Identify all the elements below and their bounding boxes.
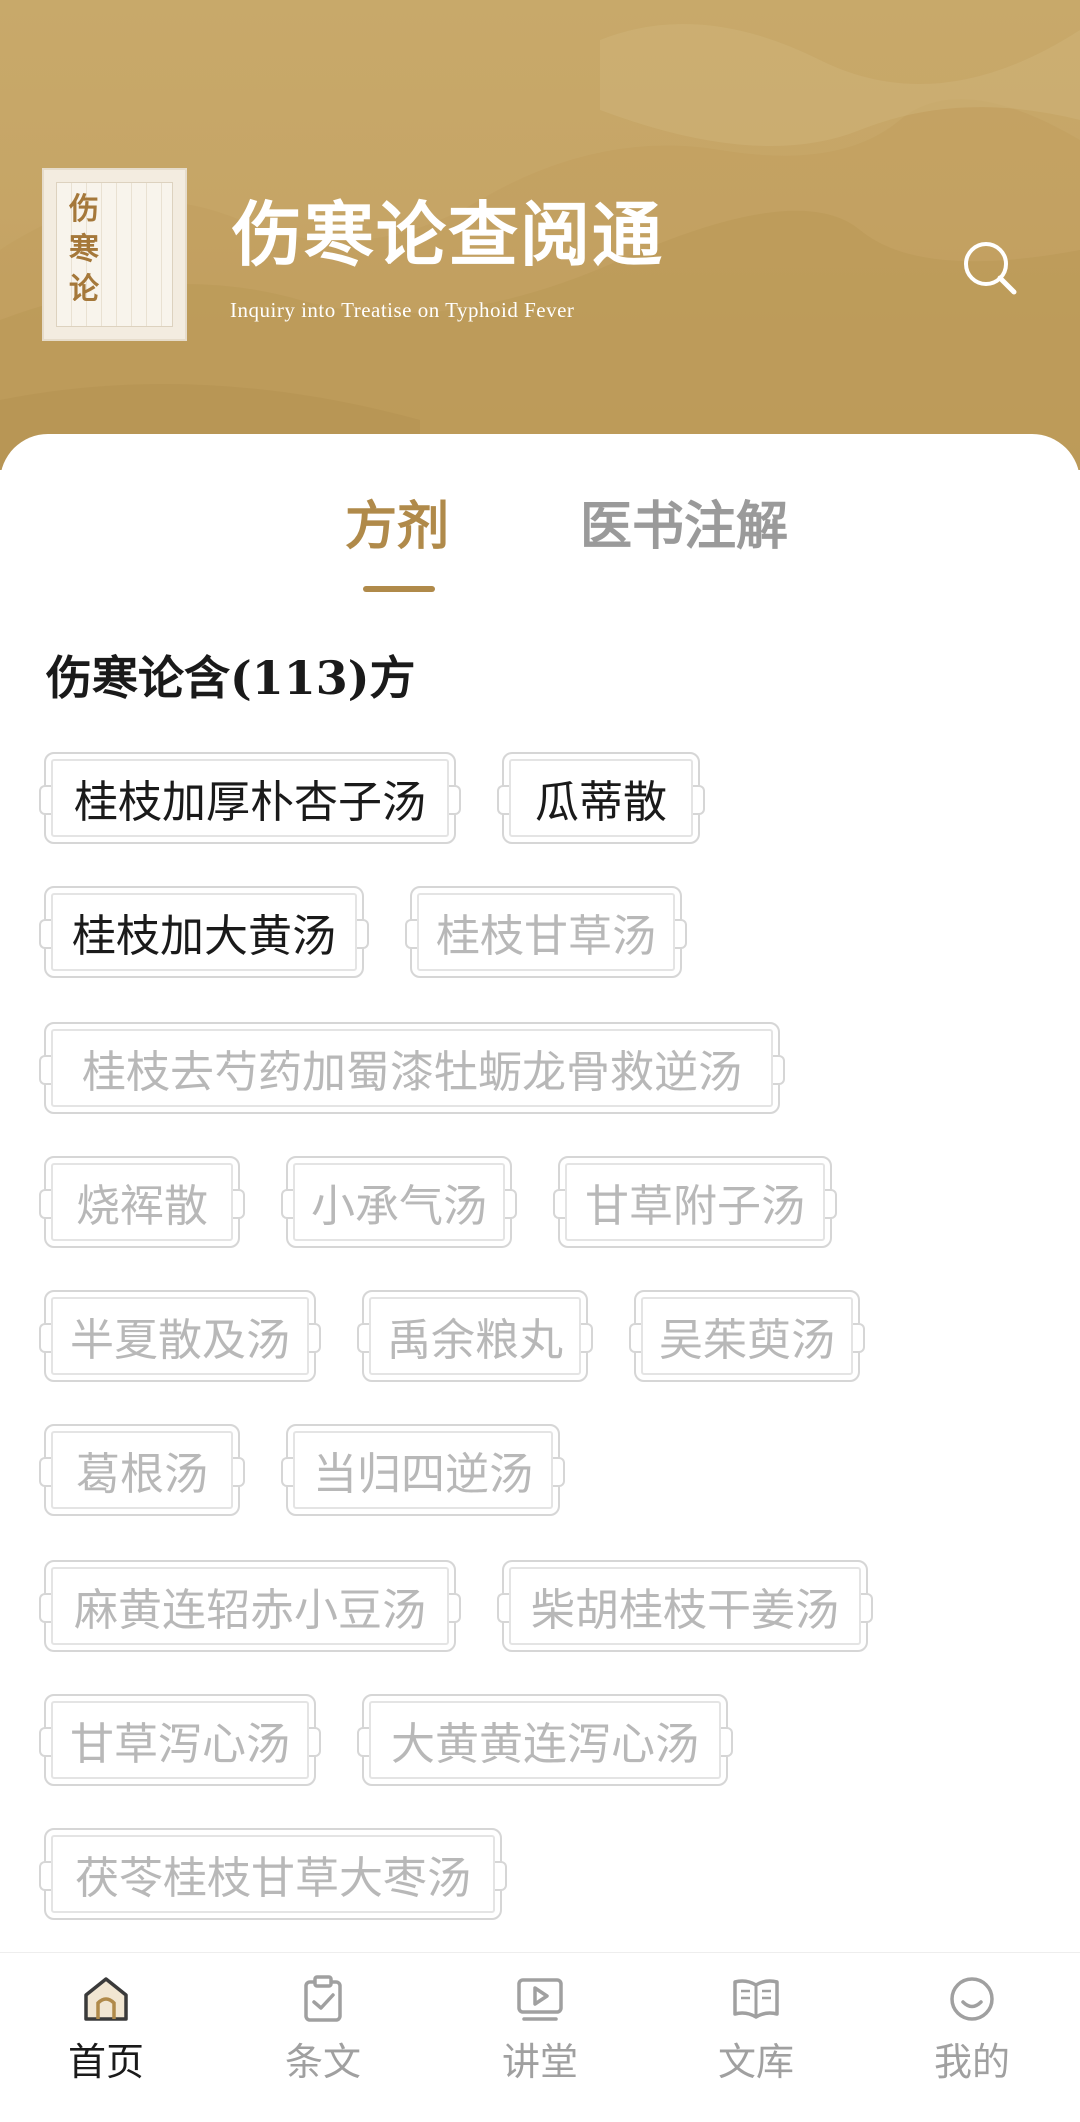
app-logo: 伤 寒 论	[42, 168, 187, 341]
logo-glyphs: 伤 寒 论	[66, 190, 102, 310]
app-header: 伤 寒 论 伤寒论查阅通 Inquiry into Treatise on Ty…	[0, 0, 1080, 470]
home-icon	[84, 1977, 128, 2021]
open-book-icon	[733, 1979, 779, 2019]
formula-chip[interactable]: 桂枝加大黄汤	[39, 886, 369, 978]
logo-glyph: 论	[69, 272, 99, 307]
formula-chip[interactable]: 葛根汤	[39, 1424, 245, 1516]
search-icon	[964, 242, 1017, 295]
nav-label: 我的	[933, 2040, 1010, 2084]
logo-glyph: 寒	[69, 232, 99, 267]
formula-chip[interactable]: 桂枝去芍药加蜀漆牡蛎龙骨救逆汤	[39, 1022, 785, 1114]
logo-glyph: 伤	[69, 192, 99, 227]
formula-chip[interactable]: 桂枝加厚朴杏子汤	[39, 752, 461, 844]
nav-label: 首页	[67, 2040, 144, 2084]
formula-chip[interactable]: 麻黄连轺赤小豆汤	[39, 1560, 461, 1652]
formula-chip[interactable]: 小承气汤	[281, 1156, 517, 1248]
search-button[interactable]	[960, 238, 1020, 298]
clipboard-check-icon	[304, 1975, 342, 2022]
formula-chip[interactable]: 吴茱萸汤	[629, 1290, 865, 1382]
formula-chip[interactable]: 禹余粮丸	[357, 1290, 593, 1382]
formula-chip[interactable]: 大黄黄连泻心汤	[357, 1694, 733, 1786]
formula-chip[interactable]: 瓜蒂散	[497, 752, 705, 844]
nav-item-profile[interactable]: 我的	[902, 1973, 1042, 2103]
app-title: 伤寒论查阅通	[232, 193, 664, 276]
smiley-icon	[950, 1977, 994, 2021]
nav-item-articles[interactable]: 条文	[253, 1973, 393, 2103]
formula-chip[interactable]: 桂枝甘草汤	[405, 886, 687, 978]
formula-chip[interactable]: 甘草附子汤	[553, 1156, 837, 1248]
formula-chip[interactable]: 茯苓桂枝甘草大枣汤	[39, 1828, 507, 1920]
formula-chip[interactable]: 当归四逆汤	[281, 1424, 565, 1516]
nav-label: 条文	[284, 2040, 361, 2084]
nav-item-home[interactable]: 首页	[36, 1973, 176, 2103]
formula-chip[interactable]: 柴胡桂枝干姜汤	[497, 1560, 873, 1652]
nav-item-library[interactable]: 文库	[686, 1973, 826, 2103]
video-play-icon	[517, 1978, 563, 2021]
nav-item-lectures[interactable]: 讲堂	[470, 1973, 610, 2103]
nav-label: 讲堂	[501, 2040, 578, 2084]
nav-label: 文库	[717, 2040, 794, 2084]
bottom-nav: 首页 条文 讲堂 文库 我的	[0, 1952, 1080, 2122]
formula-list: 桂枝加厚朴杏子汤 瓜蒂散 桂枝加大黄汤 桂枝甘草汤 桂枝去芍药加蜀漆牡蛎龙骨救逆…	[0, 434, 1080, 1920]
content-card: 方剂 医书注解 伤寒论含(113)方 桂枝加厚朴杏子汤 瓜蒂散 桂枝加大黄汤 桂…	[0, 434, 1080, 1954]
formula-chip[interactable]: 半夏散及汤	[39, 1290, 321, 1382]
app-subtitle: Inquiry into Treatise on Typhoid Fever	[230, 298, 575, 322]
formula-chip[interactable]: 甘草泻心汤	[39, 1694, 321, 1786]
formula-chip[interactable]: 烧裈散	[39, 1156, 245, 1248]
